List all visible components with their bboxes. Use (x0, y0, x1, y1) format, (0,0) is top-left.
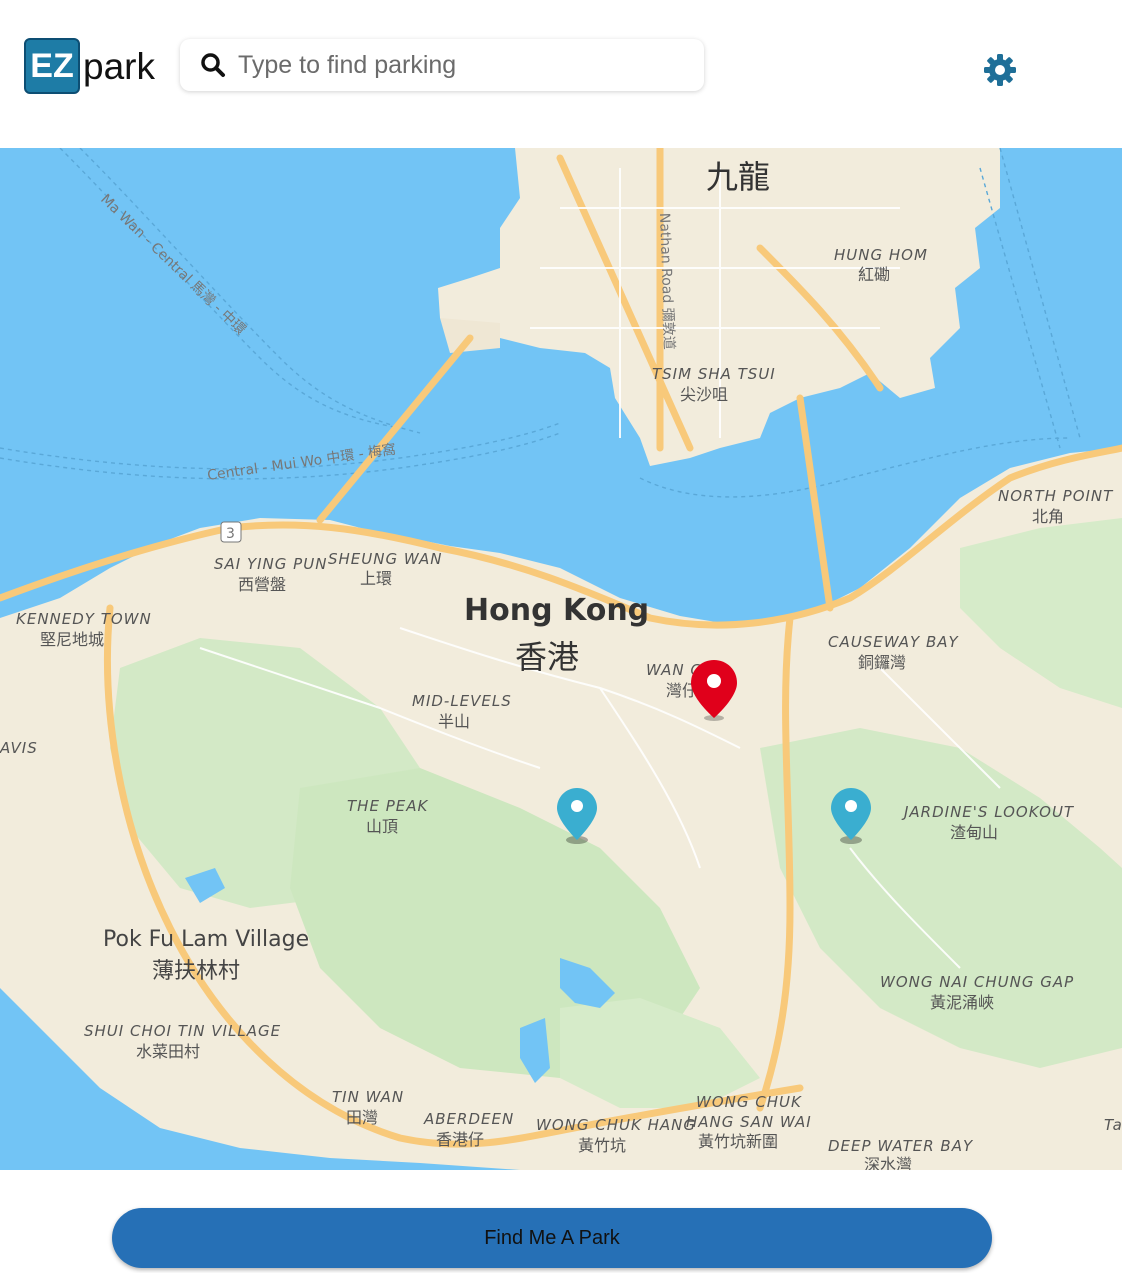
label-hong-kong-cjk: 香港 (515, 638, 579, 676)
label-hong-kong: Hong Kong (464, 593, 649, 628)
label-hung-hom-cjk: 紅磡 (858, 265, 890, 284)
logo-ez-box: EZ (24, 38, 80, 94)
label-wong-nai-chung: WONG NAI CHUNG GAP (880, 973, 1074, 991)
label-mid-levels: MID-LEVELS (412, 692, 512, 710)
label-north-point: NORTH POINT (998, 487, 1114, 505)
label-the-peak: THE PEAK (347, 797, 428, 815)
map-canvas[interactable]: 九龍 Nathan Road 彌敦道 HUNG HOM 紅磡 TSIM SHA … (0, 148, 1122, 1170)
label-wong-chuk-hang: WONG CHUK HANG (536, 1116, 696, 1134)
label-route-3: 3 (226, 526, 235, 542)
logo-text: park (83, 46, 155, 87)
label-wong-chuk-hang-san-wai-1: WONG CHUK (696, 1093, 802, 1111)
label-avis: AVIS (0, 739, 38, 757)
label-jardines-lookout: JARDINE'S LOOKOUT (901, 803, 1075, 821)
label-tin-wan: TIN WAN (332, 1088, 404, 1106)
label-north-point-cjk: 北角 (1032, 507, 1064, 526)
label-wong-nai-chung-cjk: 黃泥涌峽 (930, 993, 994, 1012)
label-wong-chuk-hang-san-wai-cjk: 黃竹坑新圍 (698, 1132, 778, 1151)
label-kowloon: 九龍 (706, 158, 770, 196)
gear-icon[interactable] (983, 53, 1017, 87)
label-deep-water-bay: DEEP WATER BAY (828, 1137, 974, 1155)
label-kennedy-town: KENNEDY TOWN (16, 610, 152, 628)
label-edge-ta: Ta (1104, 1116, 1122, 1134)
search-bar[interactable] (180, 39, 704, 91)
label-pok-fu-lam: Pok Fu Lam Village (103, 927, 309, 952)
label-sheung-wan: SHEUNG WAN (328, 550, 442, 568)
label-sheung-wan-cjk: 上環 (360, 569, 392, 588)
label-the-peak-cjk: 山頂 (366, 817, 398, 836)
label-tsim-sha-tsui-cjk: 尖沙咀 (680, 385, 728, 404)
label-hung-hom: HUNG HOM (834, 246, 928, 264)
label-tsim-sha-tsui: TSIM SHA TSUI (652, 365, 776, 383)
label-kennedy-town-cjk: 堅尼地城 (40, 630, 104, 649)
label-mid-levels-cjk: 半山 (438, 712, 470, 731)
label-aberdeen: ABERDEEN (423, 1110, 514, 1128)
label-tin-wan-cjk: 田灣 (346, 1108, 378, 1127)
label-shui-choi-tin-cjk: 水菜田村 (136, 1042, 200, 1061)
ezpark-logo: EZ park (24, 38, 155, 94)
label-deep-water-bay-cjk: 深水灣 (864, 1155, 912, 1170)
map-view[interactable]: 九龍 Nathan Road 彌敦道 HUNG HOM 紅磡 TSIM SHA … (0, 148, 1122, 1170)
label-wong-chuk-hang-san-wai-2: HANG SAN WAI (686, 1113, 812, 1131)
label-jardines-lookout-cjk: 渣甸山 (950, 823, 998, 842)
label-sai-ying-pun: SAI YING PUN (214, 555, 327, 573)
find-me-a-park-button[interactable]: Find Me A Park (112, 1208, 992, 1268)
app-header: EZ park (0, 0, 1122, 148)
search-icon (201, 53, 225, 77)
label-shui-choi-tin: SHUI CHOI TIN VILLAGE (84, 1022, 281, 1040)
label-sai-ying-pun-cjk: 西營盤 (238, 575, 286, 594)
label-causeway-bay-cjk: 銅鑼灣 (858, 653, 906, 672)
label-causeway-bay: CAUSEWAY BAY (828, 633, 960, 651)
label-wong-chuk-hang-cjk: 黃竹坑 (578, 1136, 626, 1155)
label-pok-fu-lam-cjk: 薄扶林村 (152, 959, 240, 984)
label-aberdeen-cjk: 香港仔 (436, 1130, 484, 1149)
search-input[interactable] (236, 49, 704, 81)
footer-bar: Find Me A Park (0, 1170, 1122, 1273)
